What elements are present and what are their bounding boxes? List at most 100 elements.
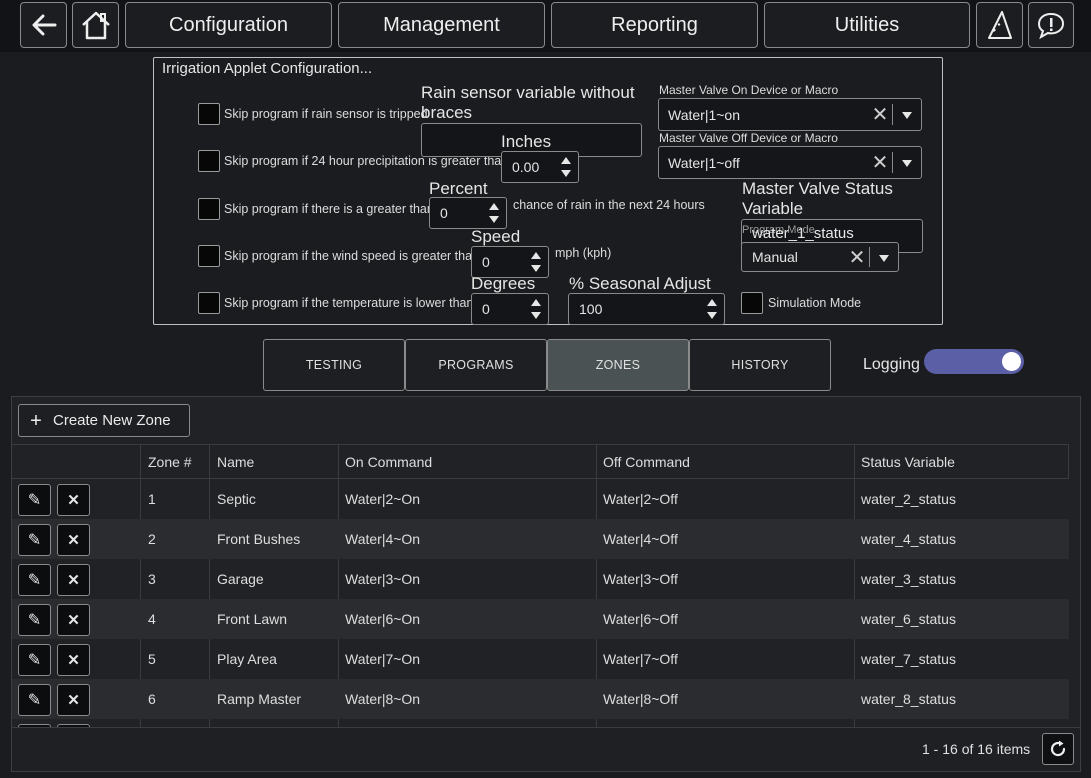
spin-up-icon[interactable]: [531, 252, 541, 259]
mv-status-label: Master Valve Status Variable: [742, 179, 893, 218]
percent-spin[interactable]: [482, 198, 506, 228]
tab-zones[interactable]: ZONES: [547, 339, 689, 391]
cell-on: Water|8~On: [345, 691, 421, 707]
edit-button[interactable]: ✎: [18, 484, 51, 516]
cell-zone: 2: [148, 531, 156, 547]
degrees-value: 0: [482, 301, 490, 317]
create-zone-label: Create New Zone: [53, 412, 171, 429]
clear-icon[interactable]: ✕: [845, 245, 869, 270]
clear-icon[interactable]: ✕: [868, 150, 892, 175]
cell-zone: 3: [148, 571, 156, 587]
edit-button[interactable]: ✎: [18, 604, 51, 636]
chance-suffix: chance of rain in the next 24 hours: [513, 198, 705, 212]
home-button[interactable]: [72, 2, 119, 48]
delete-button[interactable]: ✕: [57, 604, 90, 636]
dropdown-button[interactable]: [893, 157, 921, 168]
cell-status: water_6_status: [861, 611, 956, 627]
cell-name: Play Area: [217, 651, 277, 667]
degrees-stepper[interactable]: 0: [471, 293, 549, 325]
rain-sensor-label: Skip program if rain sensor is tripped: [224, 107, 428, 121]
cell-zone: 4: [148, 611, 156, 627]
cell-on: Water|4~On: [345, 531, 421, 547]
tab-history[interactable]: HISTORY: [689, 339, 831, 391]
table-row: ✎ ✕ 6 Ramp Master Water|8~On Water|8~Off…: [12, 679, 1069, 719]
temperature-checkbox[interactable]: [198, 292, 220, 314]
close-icon: ✕: [67, 532, 80, 549]
mv-off-label: Master Valve Off Device or Macro: [659, 131, 838, 145]
grid-pager: [12, 727, 1080, 771]
cell-status: water_8_status: [861, 691, 956, 707]
wizard-button[interactable]: [976, 2, 1023, 48]
plus-icon: +: [30, 409, 42, 432]
spin-down-icon[interactable]: [531, 265, 541, 272]
clear-icon[interactable]: ✕: [868, 102, 892, 127]
delete-button[interactable]: ✕: [57, 564, 90, 596]
edit-button[interactable]: ✎: [18, 564, 51, 596]
nav-tab-management[interactable]: Management: [338, 2, 545, 48]
edit-button[interactable]: ✎: [18, 644, 51, 676]
table-row: ✎ ✕ 1 Septic Water|2~On Water|2~Off wate…: [12, 479, 1069, 519]
close-icon: ✕: [67, 612, 80, 629]
pencil-icon: ✎: [27, 692, 42, 709]
edit-button[interactable]: ✎: [18, 524, 51, 556]
toggle-knob: [1002, 352, 1021, 371]
delete-button[interactable]: ✕: [57, 524, 90, 556]
logging-toggle[interactable]: [924, 349, 1024, 374]
simulation-mode-checkbox[interactable]: [741, 292, 763, 314]
nav-tab-reporting[interactable]: Reporting: [551, 2, 758, 48]
delete-button[interactable]: ✕: [57, 684, 90, 716]
dropdown-button[interactable]: [893, 109, 921, 120]
spin-down-icon[interactable]: [531, 312, 541, 319]
speed-value: 0: [482, 254, 490, 270]
inches-spin[interactable]: [554, 152, 578, 182]
edit-button[interactable]: ✎: [18, 684, 51, 716]
spin-down-icon[interactable]: [489, 216, 499, 223]
tab-programs[interactable]: PROGRAMS: [405, 339, 547, 391]
mv-on-select[interactable]: Water|1~on ✕: [658, 98, 922, 131]
spin-up-icon[interactable]: [561, 157, 571, 164]
percent-value: 0: [440, 205, 448, 221]
chance-checkbox[interactable]: [198, 198, 220, 220]
spin-up-icon[interactable]: [531, 299, 541, 306]
back-button[interactable]: [20, 2, 67, 48]
program-mode-select[interactable]: Manual ✕: [741, 242, 899, 272]
table-row: ✎ ✕ 2 Front Bushes Water|4~On Water|4~Of…: [12, 519, 1069, 559]
create-zone-button[interactable]: + Create New Zone: [18, 404, 190, 437]
mv-on-label: Master Valve On Device or Macro: [659, 83, 839, 97]
cell-zone: 1: [148, 491, 156, 507]
arrow-left-icon: [32, 14, 56, 36]
wind-checkbox[interactable]: [198, 245, 220, 267]
seasonal-spin[interactable]: [700, 294, 724, 324]
precip-checkbox[interactable]: [198, 150, 220, 172]
mv-off-value: Water|1~off: [668, 154, 740, 171]
cell-name: Garage: [217, 571, 264, 587]
seasonal-adjust-value: 100: [579, 301, 603, 317]
spin-up-icon[interactable]: [707, 299, 717, 306]
feedback-button[interactable]: [1028, 2, 1074, 48]
delete-button[interactable]: ✕: [57, 644, 90, 676]
dropdown-button[interactable]: [870, 252, 898, 263]
seasonal-adjust-stepper[interactable]: 100: [568, 293, 725, 325]
nav-tab-utilities[interactable]: Utilities: [764, 2, 970, 48]
delete-button[interactable]: ✕: [57, 484, 90, 516]
cell-on: Water|2~On: [345, 491, 421, 507]
refresh-button[interactable]: [1042, 733, 1074, 765]
mv-off-select[interactable]: Water|1~off ✕: [658, 146, 922, 179]
spin-down-icon[interactable]: [561, 170, 571, 177]
seasonal-adjust-label: % Seasonal Adjust: [569, 274, 711, 293]
degrees-spin[interactable]: [524, 294, 548, 324]
percent-stepper[interactable]: 0: [429, 197, 507, 229]
speed-spin[interactable]: [524, 247, 548, 277]
close-icon: ✕: [67, 652, 80, 669]
spin-down-icon[interactable]: [707, 312, 717, 319]
spin-up-icon[interactable]: [489, 203, 499, 210]
rain-sensor-checkbox[interactable]: [198, 103, 220, 125]
rain-sensor-variable-label: Rain sensor variable without braces: [421, 83, 635, 122]
nav-tab-configuration[interactable]: Configuration: [125, 2, 332, 48]
table-row: ✎ ✕ 3 Garage Water|3~On Water|3~Off wate…: [12, 559, 1069, 599]
speed-label: Speed: [471, 227, 521, 246]
panel-title: Irrigation Applet Configuration...: [162, 60, 373, 77]
cell-off: Water|8~Off: [603, 691, 678, 707]
inches-stepper[interactable]: 0.00: [501, 151, 579, 183]
tab-testing[interactable]: TESTING: [263, 339, 405, 391]
